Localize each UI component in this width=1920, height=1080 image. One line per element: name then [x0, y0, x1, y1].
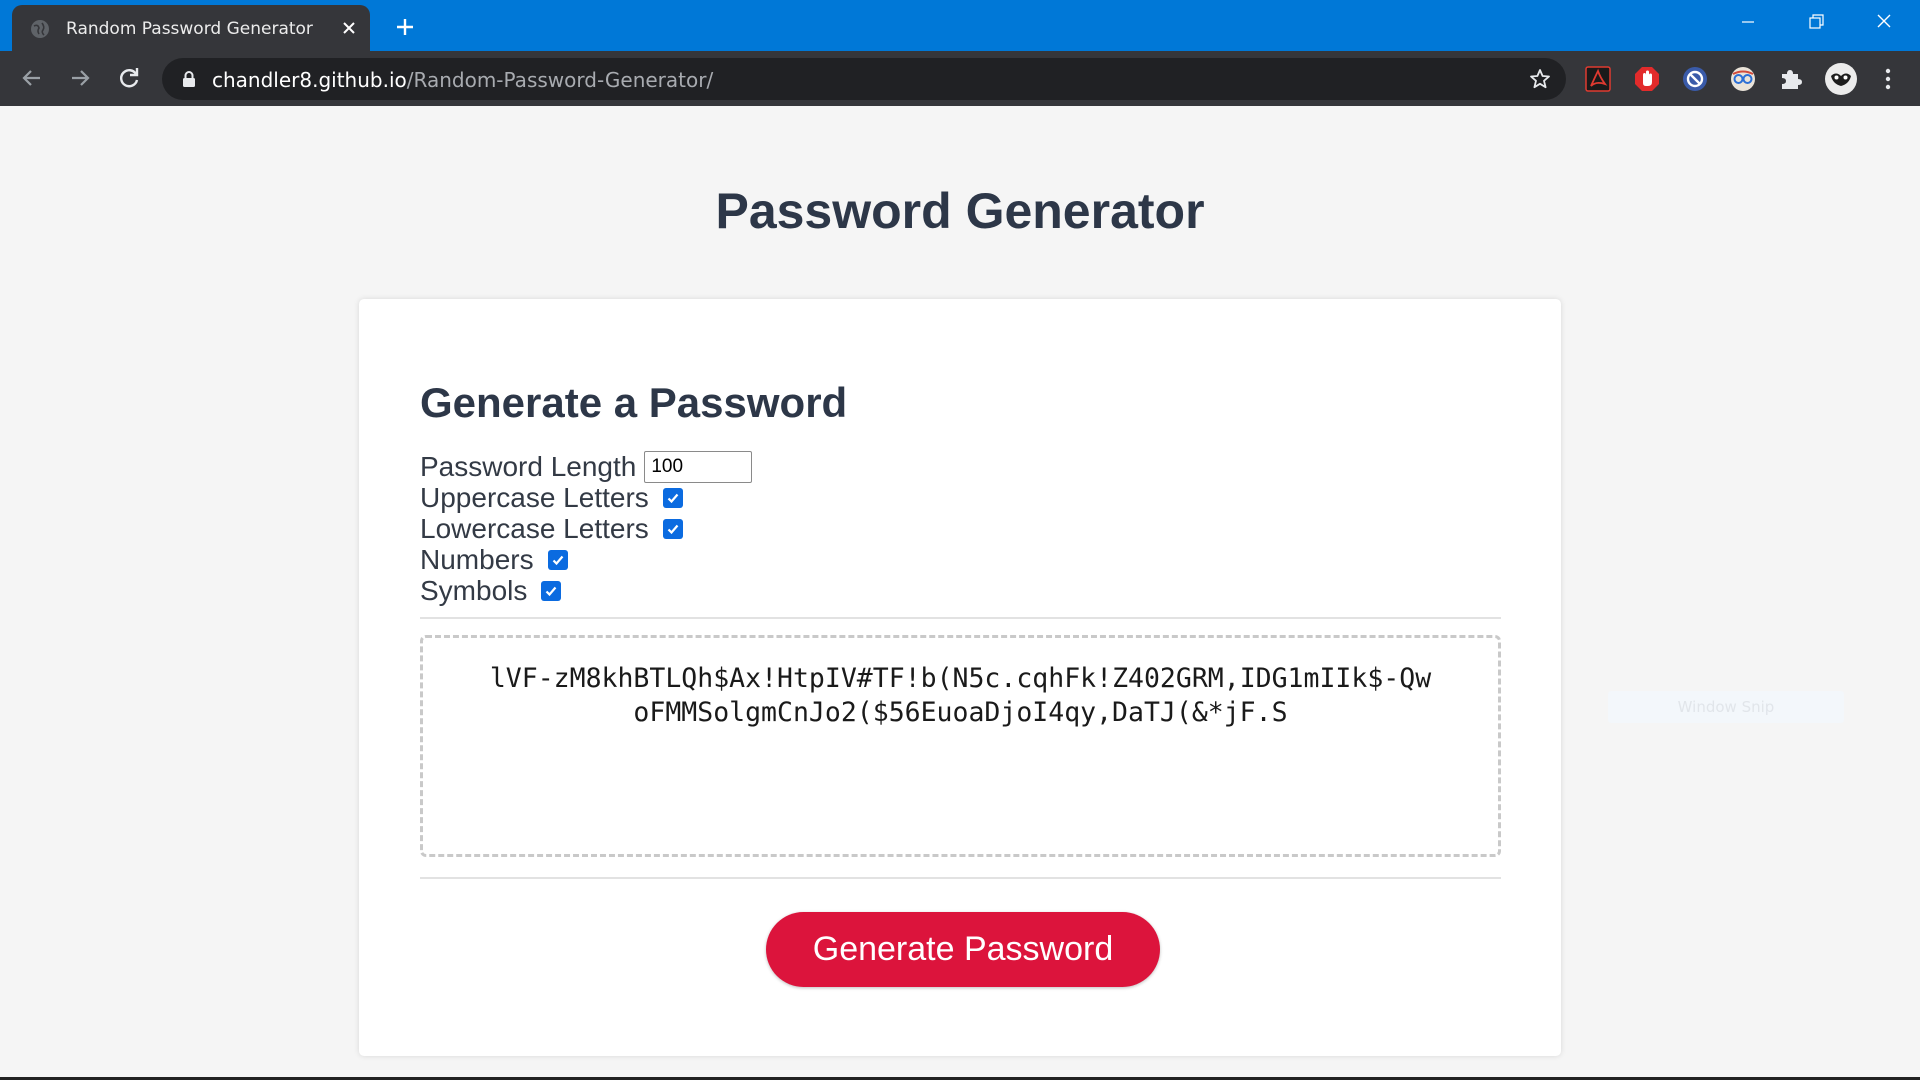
restore-icon[interactable] [1802, 10, 1830, 34]
pdf-extension-icon[interactable] [1584, 65, 1612, 93]
lowercase-checkbox[interactable] [662, 519, 683, 539]
address-bar[interactable]: chandler8.github.io/Random-Password-Gene… [162, 58, 1566, 100]
page-title: Password Generator [715, 183, 1205, 239]
profile-avatar[interactable] [1824, 62, 1858, 96]
symbols-label: Symbols [420, 575, 528, 606]
numbers-checkbox[interactable] [547, 550, 568, 570]
page-viewport: Password Generator Generate a Password P… [0, 106, 1920, 1080]
divider-top [420, 617, 1501, 619]
reload-icon[interactable] [115, 64, 143, 92]
tab-title: Random Password Generator [66, 19, 313, 39]
lowercase-option: Lowercase Letters [420, 513, 683, 545]
symbols-checkbox[interactable] [541, 581, 562, 601]
url-text[interactable]: chandler8.github.io/Random-Password-Gene… [212, 68, 713, 92]
minimize-icon[interactable] [1734, 10, 1762, 34]
checkmark-icon [667, 524, 679, 535]
uppercase-option: Uppercase Letters [420, 482, 683, 514]
globe-icon [31, 20, 49, 38]
block-extension-icon[interactable] [1681, 65, 1709, 93]
new-tab-icon[interactable] [392, 14, 418, 40]
star-icon[interactable] [1528, 67, 1552, 91]
password-text: lVF-zM8khBTLQh$Ax!HtpIV#TF!b(N5c.cqhFk!Z… [489, 663, 1432, 728]
more-menu-icon[interactable] [1876, 65, 1900, 93]
generate-password-button[interactable]: Generate Password [766, 912, 1160, 987]
divider-bottom [420, 877, 1501, 879]
lowercase-label: Lowercase Letters [420, 513, 649, 544]
checkmark-icon [546, 586, 557, 597]
forward-icon[interactable] [66, 64, 94, 92]
length-input[interactable] [644, 451, 753, 483]
puzzle-extension-icon[interactable] [1777, 65, 1805, 93]
generator-card: Generate a Password Password Length Uppe… [359, 299, 1844, 1056]
numbers-option: Numbers [420, 544, 568, 576]
symbols-option: Symbols [420, 575, 562, 607]
url-path: /Random-Password-Generator/ [406, 68, 714, 92]
checkmark-icon [552, 555, 563, 566]
browser-tab-bar: Random Password Generator [0, 0, 1920, 51]
close-tab-icon[interactable] [338, 17, 360, 39]
adblock-extension-icon[interactable] [1633, 65, 1661, 93]
browser-toolbar: chandler8.github.io/Random-Password-Gene… [0, 51, 1920, 106]
numbers-label: Numbers [420, 544, 534, 575]
length-option: Password Length [420, 451, 753, 483]
window-close-icon[interactable] [1870, 10, 1898, 34]
lock-icon[interactable] [182, 70, 196, 88]
card-title: Generate a Password [420, 379, 848, 426]
back-icon[interactable] [18, 64, 46, 92]
url-host: chandler8.github.io [212, 68, 407, 92]
length-label: Password Length [420, 451, 637, 482]
password-output[interactable]: lVF-zM8khBTLQh$Ax!HtpIV#TF!b(N5c.cqhFk!Z… [420, 635, 1501, 857]
uppercase-label: Uppercase Letters [420, 482, 649, 513]
checkmark-icon [667, 493, 679, 504]
window-snip-overlay: Window Snip [1608, 691, 1844, 723]
browser-tab[interactable]: Random Password Generator [12, 5, 370, 51]
uppercase-checkbox[interactable] [662, 488, 683, 508]
reader-extension-icon[interactable] [1729, 65, 1757, 93]
